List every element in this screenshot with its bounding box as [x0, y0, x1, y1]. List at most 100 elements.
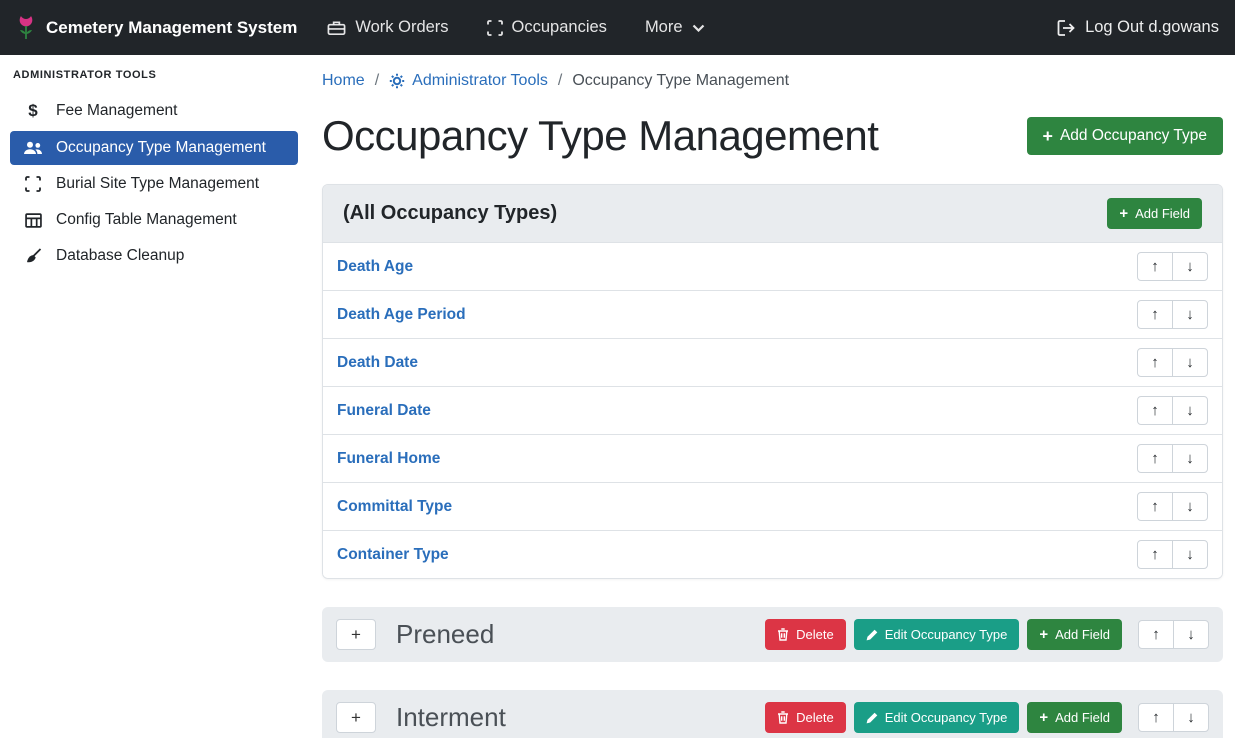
field-link-death-date[interactable]: Death Date [337, 354, 418, 372]
move-down-button[interactable]: ↓ [1172, 492, 1208, 521]
move-up-button[interactable]: ↑ [1137, 396, 1173, 425]
breadcrumb-separator: / [375, 72, 379, 90]
top-navbar: Cemetery Management System Work Orders O… [0, 0, 1235, 55]
sidebar-item-label: Database Cleanup [56, 247, 184, 265]
broom-icon [23, 248, 43, 264]
button-label: Edit Occupancy Type [885, 627, 1008, 642]
button-label: Edit Occupancy Type [885, 710, 1008, 725]
toolbox-icon [327, 20, 346, 36]
move-up-button[interactable]: ↑ [1137, 444, 1173, 473]
nav-item-work-orders[interactable]: Work Orders [327, 18, 448, 37]
button-label: Add Field [1135, 206, 1190, 221]
sidebar-item-label: Fee Management [56, 102, 178, 120]
button-label: Add Field [1055, 710, 1110, 725]
edit-occupancy-type-button[interactable]: Edit Occupancy Type [854, 619, 1020, 650]
add-occupancy-type-button[interactable]: + Add Occupancy Type [1027, 117, 1223, 155]
nav-label: More [645, 18, 683, 37]
field-link-death-age-period[interactable]: Death Age Period [337, 306, 466, 324]
occupancy-type-title: Preneed [396, 619, 494, 650]
sidebar-item-fee-management[interactable]: $ Fee Management [10, 93, 298, 129]
move-up-button[interactable]: ↑ [1138, 620, 1174, 649]
pencil-icon [866, 629, 878, 641]
move-down-button[interactable]: ↓ [1172, 300, 1208, 329]
reorder-controls: ↑ ↓ [1137, 492, 1208, 521]
field-link-funeral-home[interactable]: Funeral Home [337, 450, 440, 468]
sidebar-item-config-table-management[interactable]: Config Table Management [10, 203, 298, 237]
main-content: Home / Administrator Tools / Occupancy T… [308, 55, 1235, 738]
nav-item-occupancies[interactable]: Occupancies [487, 18, 607, 37]
delete-button[interactable]: Delete [765, 619, 846, 650]
breadcrumb-admin-tools-link[interactable]: Administrator Tools [412, 72, 548, 90]
field-link-funeral-date[interactable]: Funeral Date [337, 402, 431, 420]
move-down-button[interactable]: ↓ [1173, 703, 1209, 732]
move-up-button[interactable]: ↑ [1138, 703, 1174, 732]
move-up-button[interactable]: ↑ [1137, 540, 1173, 569]
field-link-container-type[interactable]: Container Type [337, 546, 449, 564]
page-title: Occupancy Type Management [322, 112, 878, 160]
reorder-controls: ↑ ↓ [1138, 620, 1209, 649]
table-icon [23, 213, 43, 228]
field-row: Death Date ↑ ↓ [323, 338, 1222, 386]
dollar-icon: $ [23, 101, 43, 121]
field-link-death-age[interactable]: Death Age [337, 258, 413, 276]
pencil-icon [866, 712, 878, 724]
gear-icon [389, 73, 405, 89]
frame-icon [23, 176, 43, 192]
sidebar-item-occupancy-type-management[interactable]: Occupancy Type Management [10, 131, 298, 165]
sidebar-item-burial-site-type-management[interactable]: Burial Site Type Management [10, 167, 298, 201]
move-up-button[interactable]: ↑ [1137, 252, 1173, 281]
edit-occupancy-type-button[interactable]: Edit Occupancy Type [854, 702, 1020, 733]
plus-icon: + [1039, 629, 1048, 641]
sidebar-item-label: Occupancy Type Management [56, 139, 266, 157]
add-field-button[interactable]: + Add Field [1027, 619, 1122, 650]
field-row: Committal Type ↑ ↓ [323, 482, 1222, 530]
sidebar-header: Administrator Tools [0, 67, 308, 91]
plus-icon: + [1039, 712, 1048, 724]
logout-icon [1057, 20, 1076, 36]
panel-header: (All Occupancy Types) + Add Field [323, 185, 1222, 242]
trash-icon [777, 628, 789, 641]
expand-button[interactable]: + [336, 702, 376, 733]
add-field-button[interactable]: + Add Field [1027, 702, 1122, 733]
field-link-committal-type[interactable]: Committal Type [337, 498, 452, 516]
app-brand[interactable]: Cemetery Management System [16, 14, 297, 41]
tulip-logo-icon [16, 14, 36, 41]
move-up-button[interactable]: ↑ [1137, 492, 1173, 521]
button-label: Add Occupancy Type [1060, 127, 1207, 145]
expand-button[interactable]: + [336, 619, 376, 650]
users-icon [23, 141, 43, 155]
logout-button[interactable]: Log Out d.gowans [1057, 18, 1219, 37]
breadcrumb: Home / Administrator Tools / Occupancy T… [322, 72, 1223, 90]
reorder-controls: ↑ ↓ [1137, 396, 1208, 425]
section-actions: Delete Edit Occupancy Type + Add Field ↑ [765, 619, 1209, 650]
panel-title: (All Occupancy Types) [343, 202, 557, 225]
move-down-button[interactable]: ↓ [1172, 348, 1208, 377]
move-down-button[interactable]: ↓ [1172, 252, 1208, 281]
nav-item-more[interactable]: More [645, 18, 705, 37]
plus-icon: + [1043, 129, 1053, 143]
move-up-button[interactable]: ↑ [1137, 300, 1173, 329]
section-actions: Delete Edit Occupancy Type + Add Field ↑ [765, 702, 1209, 733]
move-up-button[interactable]: ↑ [1137, 348, 1173, 377]
breadcrumb-home-link[interactable]: Home [322, 72, 365, 90]
sidebar: Administrator Tools $ Fee Management Occ… [0, 55, 308, 738]
move-down-button[interactable]: ↓ [1172, 444, 1208, 473]
nav-label: Work Orders [355, 18, 448, 37]
reorder-controls: ↑ ↓ [1137, 300, 1208, 329]
button-label: Delete [796, 710, 834, 725]
breadcrumb-current: Occupancy Type Management [572, 72, 789, 90]
reorder-controls: ↑ ↓ [1137, 444, 1208, 473]
trash-icon [777, 711, 789, 724]
occupancy-type-title: Interment [396, 702, 506, 733]
move-down-button[interactable]: ↓ [1173, 620, 1209, 649]
field-row: Container Type ↑ ↓ [323, 530, 1222, 578]
add-field-button[interactable]: + Add Field [1107, 198, 1202, 229]
sidebar-item-database-cleanup[interactable]: Database Cleanup [10, 239, 298, 273]
field-row: Death Age Period ↑ ↓ [323, 290, 1222, 338]
plus-icon: + [1119, 208, 1128, 220]
move-down-button[interactable]: ↓ [1172, 396, 1208, 425]
field-row: Funeral Home ↑ ↓ [323, 434, 1222, 482]
reorder-controls: ↑ ↓ [1138, 703, 1209, 732]
move-down-button[interactable]: ↓ [1172, 540, 1208, 569]
delete-button[interactable]: Delete [765, 702, 846, 733]
